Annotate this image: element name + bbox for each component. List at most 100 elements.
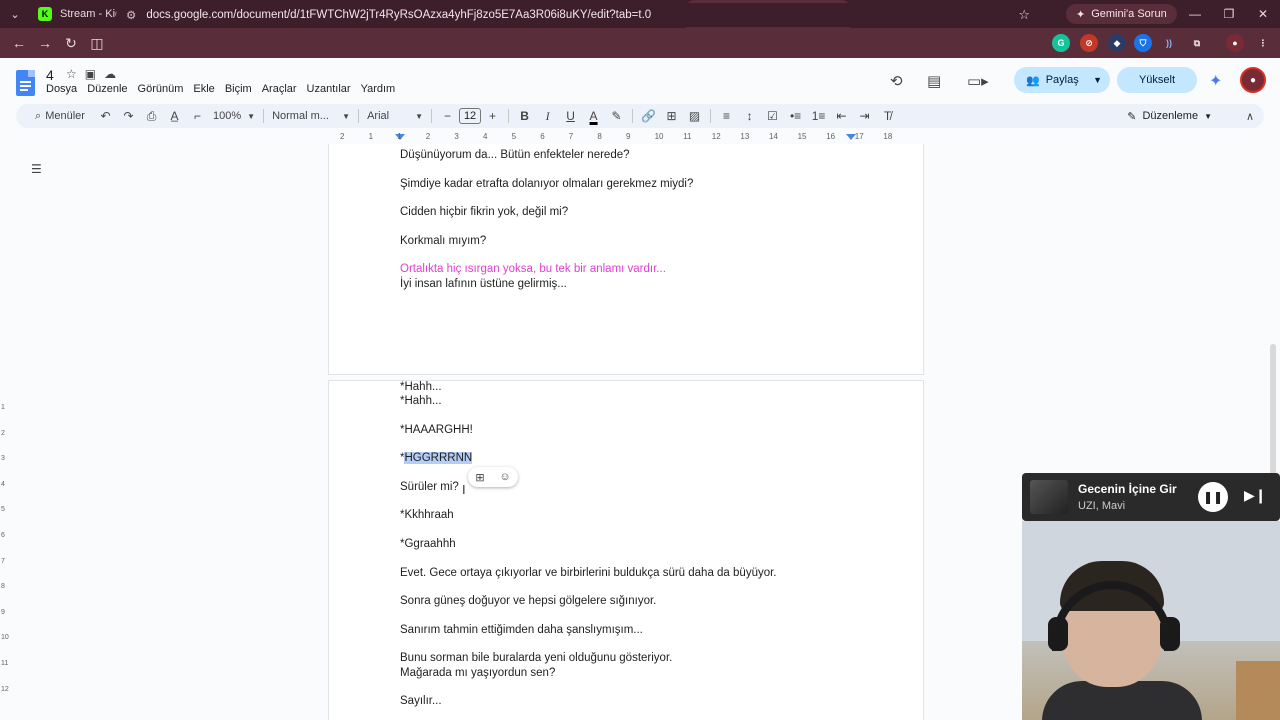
maximize-icon[interactable]: ❐ [1212,0,1246,28]
comments-icon[interactable]: ▤ [927,72,941,90]
adblock-extension-icon[interactable]: ⊘ [1080,34,1098,52]
paragraph[interactable]: Sürüler mi? [400,481,459,493]
paragraph[interactable]: Cidden hiçbir fikrin yok, değil mi? [400,206,568,218]
browser-menu-icon[interactable]: ⋮ [1254,34,1272,52]
paint-format-icon[interactable]: ⌐ [186,104,209,128]
highlight-icon[interactable]: ✎ [605,104,628,128]
link-icon[interactable]: 🔗 [637,104,660,128]
paragraph[interactable]: *HAAARGHH! [400,424,473,436]
paragraph[interactable]: Şimdiye kadar etrafta dolanıyor olmaları… [400,178,693,190]
gemini-spark-icon[interactable]: ✦ [1209,71,1222,91]
back-icon[interactable]: ← [6,30,32,56]
paragraph[interactable]: Bunu sorman bile buralarda yeni olduğunu… [400,652,672,664]
paragraph[interactable]: *Hahh... [400,381,442,393]
paragraph[interactable]: Evet. Gece ortaya çıkıyorlar ve birbirle… [400,567,777,579]
menu-item[interactable]: Görünüm [138,83,189,95]
undo-icon[interactable]: ↶ [94,104,117,128]
paragraph[interactable]: *HGGRRRNN [400,452,473,464]
cloud-status-icon[interactable]: ☁ [104,67,116,81]
next-track-icon[interactable]: ▶❙ [1244,487,1267,504]
share-button[interactable]: 👥 Paylaş ▼ [1014,67,1110,93]
emoji-reaction-icon[interactable]: ☺ [499,471,510,483]
checklist-icon[interactable]: ☑ [761,104,784,128]
collapse-menus-icon[interactable]: ∧ [1246,104,1254,128]
pause-icon[interactable]: ❚❚ [1198,482,1228,512]
increase-indent-icon[interactable]: ⇥ [853,104,876,128]
horizontal-ruler[interactable]: 2 1 1 2 3 4 5 6 7 8 9 10 11 12 13 14 15 16 17 18 [328,132,924,144]
bulleted-list-icon[interactable]: •≡ [784,104,807,128]
extension-icon[interactable]: ◆ [1108,34,1126,52]
version-history-icon[interactable]: ⟲ [890,72,903,90]
puzzle-extensions-icon[interactable]: ⧉ [1188,34,1206,52]
sidebar-icon[interactable]: ◫ [84,30,110,56]
numbered-list-icon[interactable]: 1≡ [807,104,830,128]
minimize-icon[interactable]: — [1178,0,1212,28]
upgrade-button[interactable]: Yükselt [1117,67,1197,93]
menu-item[interactable]: Yardım [361,83,401,95]
close-window-icon[interactable]: ✕ [1246,0,1280,28]
gemini-button[interactable]: ✦ Gemini'a Sorun [1066,4,1177,24]
spellcheck-icon[interactable]: A̲ [163,104,186,128]
selected-text[interactable]: HGGRRRNN [404,452,473,464]
paragraph[interactable]: Sayılır... [400,695,442,707]
document-title[interactable]: 4 [46,67,54,83]
paragraph[interactable]: Sonra güneş doğuyor ve hepsi gölgelere s… [400,595,656,607]
move-folder-icon[interactable]: ▣ [85,67,96,81]
document-outline-icon[interactable]: ☰ [31,162,42,176]
paragraph[interactable]: İyi insan lafının üstüne gelirmiş... [400,278,567,290]
decrease-indent-icon[interactable]: ⇤ [830,104,853,128]
font-size-input[interactable]: 12 [459,108,482,124]
meet-icon[interactable]: ▭▸ [967,72,989,90]
paragraph[interactable]: *Ggraahhh [400,538,456,550]
bold-icon[interactable]: B [513,104,536,128]
line-spacing-icon[interactable]: ↕ [738,104,761,128]
ruler-tick-label: 18 [883,132,893,141]
add-comment-icon[interactable]: ⊞ [475,471,484,484]
italic-icon[interactable]: I [536,104,559,128]
menu-search[interactable]: ⌕ Menüler [16,104,94,128]
clear-formatting-icon[interactable]: T̸ [876,104,899,128]
shield-extension-icon[interactable]: ⛉ [1134,34,1152,52]
menu-item[interactable]: Dosya [46,83,82,95]
align-icon[interactable]: ≡ [715,104,738,128]
paragraph[interactable]: *Hahh... [400,395,442,407]
bookmark-star-icon[interactable]: ☆ [1018,7,1030,23]
menu-item[interactable]: Uzantılar [307,83,356,95]
chevron-down-icon[interactable]: ▼ [1093,75,1102,85]
paragraph[interactable]: Ortalıkta hiç ısırgan yoksa, bu tek bir … [400,263,666,275]
profile-avatar-icon[interactable]: ● [1226,34,1244,52]
underline-icon[interactable]: U [559,104,582,128]
insert-image-icon[interactable]: ▨ [683,104,706,128]
grammarly-extension-icon[interactable]: G [1052,34,1070,52]
editing-mode-select[interactable]: ✎ Düzenleme ▼ [1127,104,1212,128]
increase-font-icon[interactable]: + [481,104,504,128]
paragraph[interactable]: Korkmalı mıyım? [400,235,486,247]
tab-search-icon[interactable]: ⌄ [0,0,30,28]
paragraph[interactable]: Mağarada mı yaşıyordun sen? [400,667,555,679]
menu-item[interactable]: Biçim [225,83,257,95]
text-color-icon[interactable]: A [582,104,605,128]
redo-icon[interactable]: ↷ [117,104,140,128]
forward-icon[interactable]: → [32,30,58,56]
decrease-font-icon[interactable]: − [436,104,459,128]
paragraph[interactable]: *Kkhhraah [400,509,454,521]
reload-icon[interactable]: ↻ [58,30,84,56]
zoom-select[interactable]: 100% ▼ [209,104,259,128]
ruler-tick-label: 2 [425,132,431,141]
docs-logo-icon[interactable] [16,70,35,96]
star-icon[interactable]: ☆ [66,67,77,81]
add-comment-icon[interactable]: ⊞ [660,104,683,128]
paragraph[interactable]: Sanırım tahmin ettiğimden daha şanslıymı… [400,624,643,636]
address-bar[interactable]: ⚙ docs.google.com/document/d/1tFWTChW2jT… [116,3,1040,27]
menu-item[interactable]: Ekle [193,83,219,95]
account-avatar[interactable]: ● [1240,67,1266,93]
translate-extension-icon[interactable]: )) [1160,34,1178,52]
print-icon[interactable]: ⎙ [140,104,163,128]
site-info-icon[interactable]: ⚙ [126,8,136,22]
font-select[interactable]: Arial ▼ [363,104,427,128]
style-select[interactable]: Normal m... ▼ [268,104,354,128]
ruler-tick-label: 1 [1,404,5,411]
paragraph[interactable]: Düşünüyorum da... Bütün enfekteler nered… [400,149,630,161]
menu-item[interactable]: Araçlar [262,83,302,95]
menu-item[interactable]: Düzenle [87,83,132,95]
